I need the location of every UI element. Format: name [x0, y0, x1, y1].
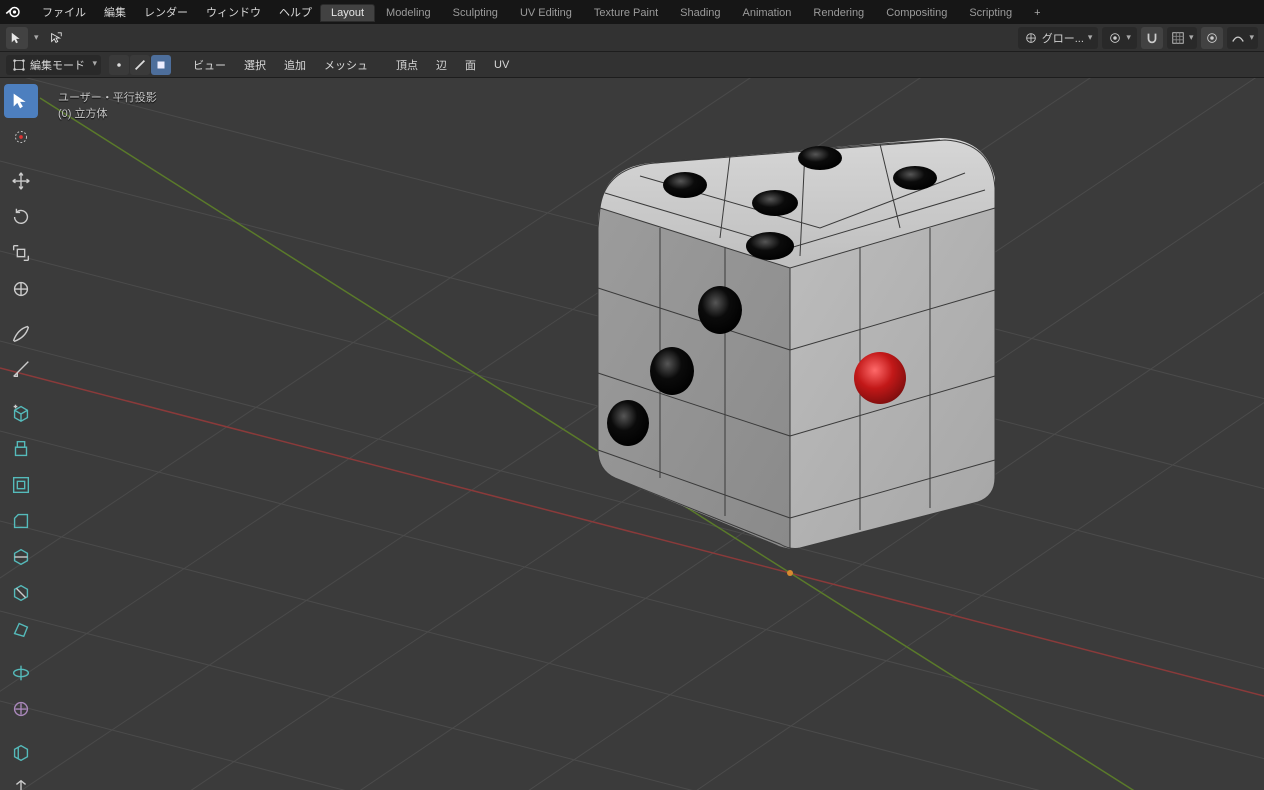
- tool-smooth[interactable]: [4, 692, 38, 726]
- tool-select-box[interactable]: [4, 84, 38, 118]
- tool-edge-slide[interactable]: [4, 736, 38, 770]
- vertex-select-mode[interactable]: [109, 55, 129, 75]
- tab-uv-editing[interactable]: UV Editing: [509, 4, 583, 22]
- app-menus: ファイル 編集 レンダー ウィンドウ ヘルプ: [38, 1, 316, 23]
- blender-logo[interactable]: [4, 3, 22, 21]
- transform-orientation-dropdown[interactable]: グロー... ▾: [1018, 27, 1099, 49]
- add-workspace-button[interactable]: +: [1023, 4, 1045, 22]
- menu-mesh[interactable]: メッシュ: [318, 54, 374, 76]
- chevron-down-icon: ▾: [1189, 32, 1194, 43]
- tab-sculpting[interactable]: Sculpting: [442, 4, 509, 22]
- 3d-viewport[interactable]: ユーザー・平行投影 (0) 立方体: [0, 78, 1264, 790]
- proportional-falloff-dropdown[interactable]: ▾: [1227, 27, 1258, 49]
- tab-rendering[interactable]: Rendering: [802, 4, 875, 22]
- chevron-down-icon: ▾: [1126, 32, 1131, 43]
- viewport-info-line2: (0) 立方体: [58, 106, 157, 122]
- tab-layout[interactable]: Layout: [320, 4, 375, 22]
- edge-select-mode[interactable]: [130, 55, 150, 75]
- viewport-toolbar: [4, 84, 38, 790]
- tool-extrude[interactable]: [4, 432, 38, 466]
- tool-spin[interactable]: [4, 656, 38, 690]
- menu-window[interactable]: ウィンドウ: [202, 1, 265, 23]
- face-select-mode[interactable]: [151, 55, 171, 75]
- menu-add[interactable]: 追加: [278, 54, 312, 76]
- tool-poly-build[interactable]: [4, 612, 38, 646]
- chevron-down-icon: ▾: [1249, 32, 1254, 43]
- mode-header: 編集モード ビュー 選択 追加 メッシュ 頂点 辺 面 UV: [0, 52, 1264, 78]
- workspace-tabs: Layout Modeling Sculpting UV Editing Tex…: [320, 4, 1045, 22]
- menu-render[interactable]: レンダー: [140, 1, 192, 23]
- pivot-point-dropdown[interactable]: ▾: [1102, 27, 1137, 49]
- snap-options-dropdown[interactable]: ▾: [1167, 27, 1198, 49]
- orientation-label: グロー...: [1042, 30, 1084, 46]
- tool-move[interactable]: [4, 164, 38, 198]
- tab-scripting[interactable]: Scripting: [958, 4, 1023, 22]
- tab-shading[interactable]: Shading: [669, 4, 731, 22]
- viewport-info: ユーザー・平行投影 (0) 立方体: [58, 90, 157, 122]
- menu-face[interactable]: 面: [459, 54, 482, 76]
- origin-icon: [787, 570, 793, 576]
- viewport-info-line1: ユーザー・平行投影: [58, 90, 157, 106]
- tab-texture-paint[interactable]: Texture Paint: [583, 4, 669, 22]
- proportional-edit-toggle[interactable]: [1201, 27, 1223, 49]
- menu-vertex[interactable]: 頂点: [390, 54, 424, 76]
- tab-animation[interactable]: Animation: [732, 4, 803, 22]
- tool-annotate[interactable]: [4, 316, 38, 350]
- menu-edit[interactable]: 編集: [100, 1, 130, 23]
- tool-scale[interactable]: [4, 236, 38, 270]
- menu-edge[interactable]: 辺: [430, 54, 453, 76]
- tool-transform[interactable]: [4, 272, 38, 306]
- tool-inset[interactable]: [4, 468, 38, 502]
- menu-file[interactable]: ファイル: [38, 1, 90, 23]
- tool-cursor[interactable]: [4, 120, 38, 154]
- cursor-tool-icon[interactable]: [6, 27, 28, 49]
- select-tool-icon[interactable]: [45, 27, 67, 49]
- tool-rotate[interactable]: [4, 200, 38, 234]
- tab-compositing[interactable]: Compositing: [875, 4, 958, 22]
- viewport-scene: [0, 78, 1264, 790]
- tool-loop-cut[interactable]: [4, 540, 38, 574]
- menu-select[interactable]: 選択: [238, 54, 272, 76]
- tool-shrink-fatten[interactable]: [4, 772, 38, 790]
- snap-toggle[interactable]: [1141, 27, 1163, 49]
- tool-knife[interactable]: [4, 576, 38, 610]
- chevron-down-icon: ▾: [1088, 32, 1093, 43]
- menu-help[interactable]: ヘルプ: [275, 1, 316, 23]
- interaction-header: ▾ グロー... ▾ ▾ ▾ ▾: [0, 24, 1264, 52]
- tool-measure[interactable]: [4, 352, 38, 386]
- mode-dropdown[interactable]: 編集モード: [6, 55, 101, 75]
- menu-view[interactable]: ビュー: [187, 54, 232, 76]
- menu-uv[interactable]: UV: [488, 56, 515, 74]
- chevron-down-icon[interactable]: ▾: [34, 32, 39, 43]
- tool-add-cube[interactable]: [4, 396, 38, 430]
- dice-object[interactable]: [598, 138, 995, 549]
- mode-label: 編集モード: [30, 57, 85, 73]
- tab-modeling[interactable]: Modeling: [375, 4, 442, 22]
- tool-bevel[interactable]: [4, 504, 38, 538]
